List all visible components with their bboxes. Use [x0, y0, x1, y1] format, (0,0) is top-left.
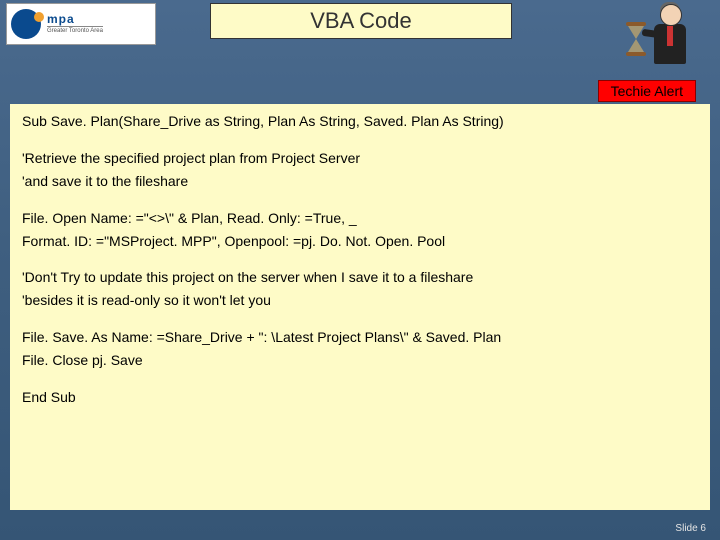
man-tie [667, 26, 673, 46]
hourglass-lower [628, 39, 644, 52]
businessman-hourglass-icon [626, 0, 696, 80]
code-line: 'Don't Try to update this project on the… [22, 268, 698, 287]
logo-sub-text: Greater Toronto Area [47, 26, 103, 35]
logo-dot-icon [34, 12, 44, 22]
techie-alert-badge: Techie Alert [598, 80, 696, 102]
code-line: 'and save it to the fileshare [22, 172, 698, 191]
hourglass-bottom-cap [626, 52, 646, 56]
code-line: 'Retrieve the specified project plan fro… [22, 149, 698, 168]
slide-title: VBA Code [310, 8, 412, 34]
code-line: File. Close pj. Save [22, 351, 698, 370]
code-line: 'besides it is read-only so it won't let… [22, 291, 698, 310]
code-line: File. Open Name: ="<>\" & Plan, Read. On… [22, 209, 698, 228]
hourglass-icon [626, 22, 646, 56]
logo-mpa-text: mpa [47, 13, 103, 26]
code-line: End Sub [22, 388, 698, 407]
code-line: Sub Save. Plan(Share_Drive as String, Pl… [22, 112, 698, 131]
slide: mpa Greater Toronto Area VBA Code Techie… [0, 0, 720, 540]
code-line: Format. ID: ="MSProject. MPP", Openpool:… [22, 232, 698, 251]
logo-circle-icon [11, 9, 41, 39]
title-box: VBA Code [210, 3, 512, 39]
man-head [660, 4, 682, 26]
logo-text: mpa Greater Toronto Area [47, 13, 103, 35]
alert-text: Techie Alert [611, 83, 683, 99]
org-logo: mpa Greater Toronto Area [6, 3, 156, 45]
code-block: Sub Save. Plan(Share_Drive as String, Pl… [10, 104, 710, 510]
slide-number: Slide 6 [675, 523, 706, 534]
code-line: File. Save. As Name: =Share_Drive + ": \… [22, 328, 698, 347]
